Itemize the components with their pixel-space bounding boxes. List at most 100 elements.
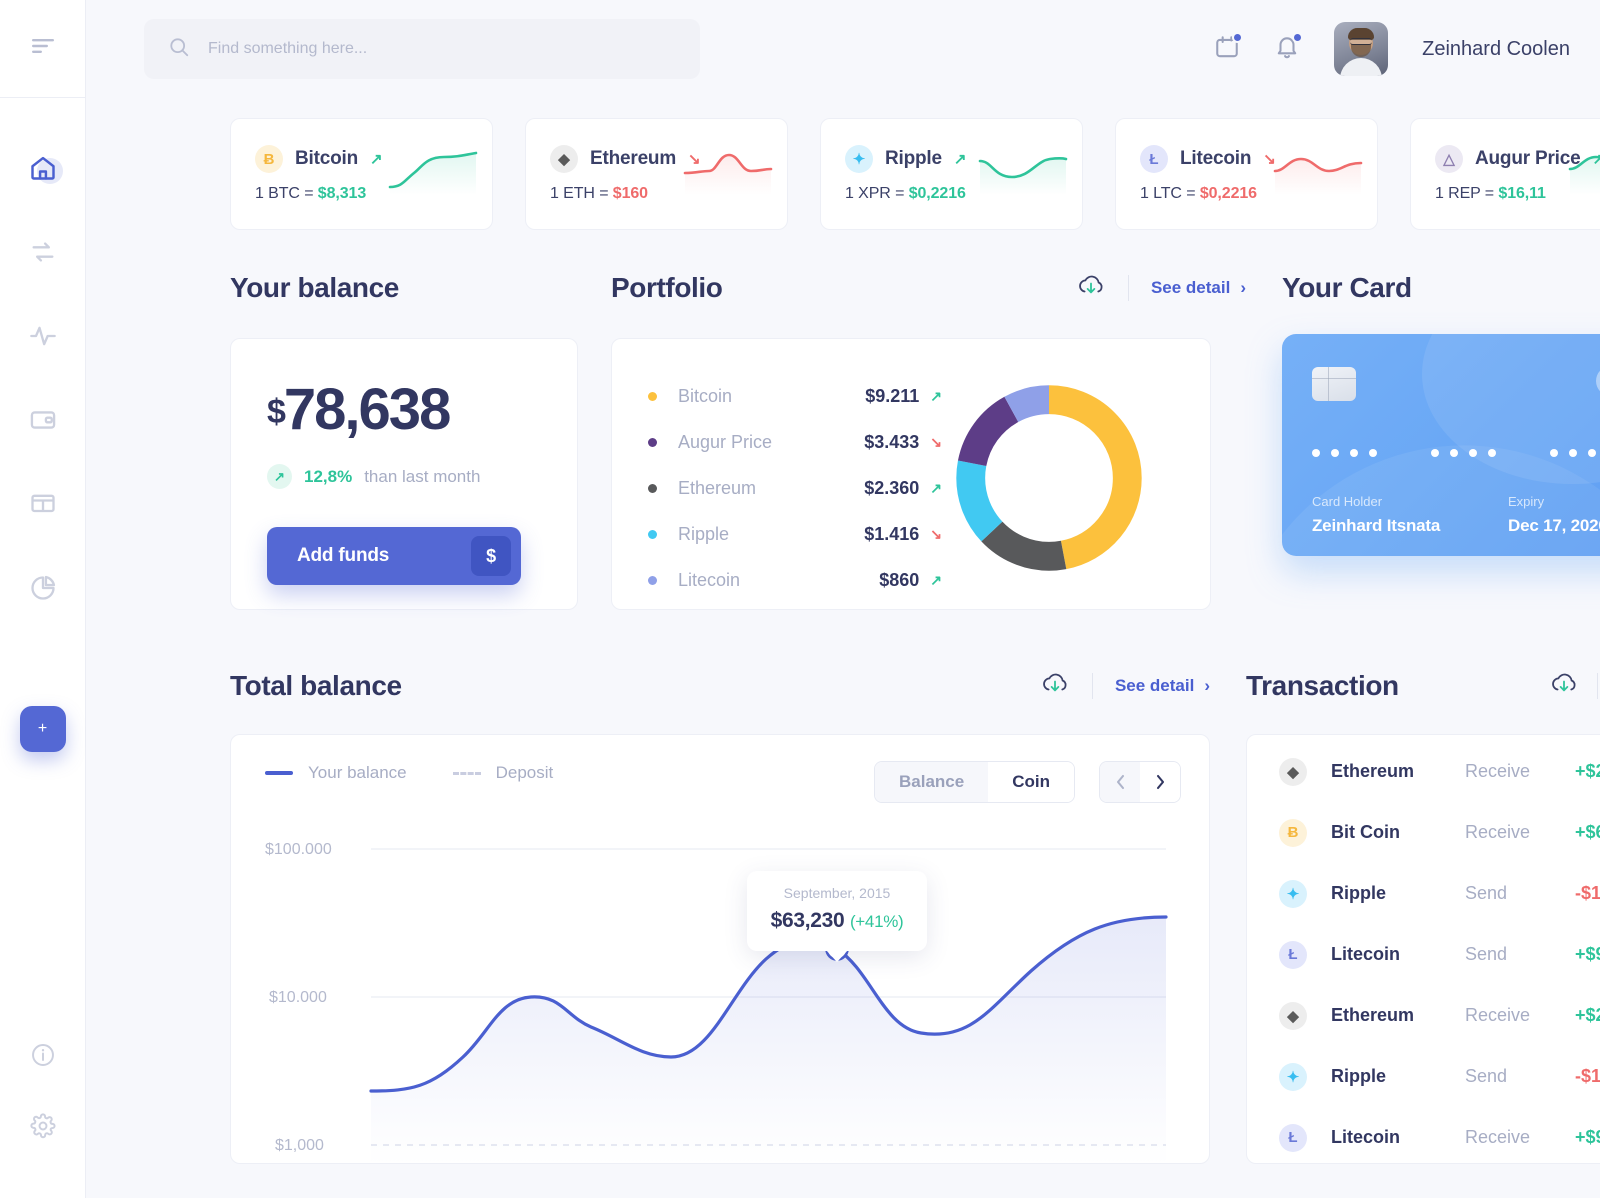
tooltip-value: $63,230 (+41%) <box>770 909 904 932</box>
balance-change-pct: 12,8% <box>304 466 353 486</box>
search-bar[interactable] <box>144 19 700 79</box>
search-input[interactable] <box>208 40 676 58</box>
avatar[interactable] <box>1334 22 1389 76</box>
pie-chart-icon <box>29 574 57 607</box>
portfolio-coin-value: $2.360 <box>864 477 920 498</box>
transaction-amount: +$621 <box>1575 822 1600 842</box>
row-balance-portfolio-card: Your balance $78,638 ↗ 12,8% than last m… <box>86 230 1600 610</box>
cloud-download-icon[interactable] <box>1549 671 1579 702</box>
ticker-name: Bitcoin <box>295 148 358 169</box>
tab-balance[interactable]: Balance <box>875 762 989 802</box>
table-row[interactable]: Ł Litecoin Receive +$95 <box>1247 1107 1600 1168</box>
litecoin-coin-icon: Ł <box>1140 145 1168 173</box>
notifications-button[interactable] <box>1274 31 1304 65</box>
sidebar-item-info[interactable] <box>30 1042 56 1073</box>
trend-up-icon: ↗ <box>267 464 292 489</box>
ticker-card[interactable]: Ƀ Bitcoin ↗ 1 BTC = $8,313 <box>230 118 493 230</box>
augur-coin-icon: △ <box>1435 145 1463 173</box>
total-balance-section: Total balance See detail › Your balance … <box>230 670 1246 1165</box>
pager-prev-button[interactable] <box>1100 762 1140 802</box>
sidebar-item-wallet[interactable] <box>19 398 67 446</box>
total-balance-title: Total balance <box>230 670 402 701</box>
portfolio-coin-name: Ethereum <box>678 477 757 498</box>
portfolio-card: Bitcoin $9.211 ↗ Augur Price $3.433 ↘ Et… <box>611 338 1211 610</box>
sidebar-item-home[interactable] <box>19 146 67 194</box>
list-item[interactable]: Bitcoin $9.211 ↗ <box>648 373 942 419</box>
table-row[interactable]: ◆ Ethereum Receive +$297 <box>1247 985 1600 1046</box>
cloud-download-icon[interactable] <box>1076 273 1106 304</box>
trend-up-icon: ↗ <box>930 571 942 588</box>
transaction-coin: Bit Coin <box>1331 822 1400 842</box>
credit-card-front[interactable]: 4354 Card Holder Zeinhard Itsnata Expiry… <box>1282 334 1600 556</box>
sidebar-add-button[interactable]: + <box>19 706 66 752</box>
portfolio-coin-value: $9.211 <box>865 385 920 406</box>
portfolio-coin-value: $860 <box>879 569 920 590</box>
home-icon <box>29 154 57 187</box>
list-item[interactable]: Litecoin $860 ↗ <box>648 557 942 603</box>
sidebar-menu-toggle[interactable] <box>0 0 85 98</box>
portfolio-section: Portfolio See detail › Bitcoin $9.211 ↗ … <box>611 272 1246 610</box>
trend-up-icon: ↗ <box>953 150 967 168</box>
sidebar-item-activity[interactable] <box>19 314 67 362</box>
sparkline-up <box>1568 151 1600 200</box>
credit-card-widget: 4354 Card Holder Zeinhard Itsnata Expiry… <box>1282 334 1600 564</box>
pager-next-button[interactable] <box>1140 762 1180 802</box>
info-circle-icon <box>30 1044 56 1072</box>
ticker-card[interactable]: ✦ Ripple ↗ 1 XPR = $0,2216 <box>820 118 1083 230</box>
legend-swatch <box>648 529 657 539</box>
swap-arrows-icon <box>29 238 57 271</box>
trend-up-icon: ↗ <box>930 479 942 496</box>
tab-coin[interactable]: Coin <box>988 762 1074 802</box>
balance-card: $78,638 ↗ 12,8% than last month Add fund… <box>230 338 578 610</box>
list-item[interactable]: Augur Price $3.433 ↘ <box>648 419 942 465</box>
ticker-strip: Ƀ Bitcoin ↗ 1 BTC = $8,313 ◆ Ethereum ↘ … <box>86 98 1600 230</box>
ticker-card[interactable]: ◆ Ethereum ↘ 1 ETH = $160 <box>525 118 788 230</box>
total-balance-see-detail-link[interactable]: See detail › <box>1115 676 1210 696</box>
table-row[interactable]: ✦ Ripple Send -$133 <box>1247 1046 1600 1107</box>
ticker-name: Litecoin <box>1180 148 1252 169</box>
chart-tooltip: September, 2015 $63,230 (+41%) <box>747 871 927 962</box>
table-row[interactable]: ◆ Ethereum Receive +$293 <box>1247 741 1600 802</box>
list-item[interactable]: Ethereum $2.360 ↗ <box>648 465 942 511</box>
main-area: Zeinhard Coolen Ƀ Bitcoin ↗ 1 BTC = $8,3… <box>86 0 1600 1198</box>
bitcoin-coin-icon: Ƀ <box>255 145 283 173</box>
chart-controls: Balance Coin <box>874 761 1181 803</box>
table-row[interactable]: Ƀ Bit Coin Receive +$621 <box>1247 802 1600 863</box>
add-funds-label: Add funds <box>297 545 390 566</box>
sidebar-item-statistics[interactable] <box>19 566 67 614</box>
card-holder-label: Card Holder <box>1312 494 1383 509</box>
user-name: Zeinhard Coolen <box>1422 37 1570 60</box>
add-funds-button[interactable]: Add funds $ <box>267 527 521 585</box>
portfolio-coin-value: $1.416 <box>864 523 920 544</box>
transaction-header: Transaction See deta <box>1246 670 1600 702</box>
sidebar: + <box>0 0 86 1198</box>
legend-swatch <box>648 437 657 447</box>
transaction-coin: Ripple <box>1331 883 1387 903</box>
list-item[interactable]: Ripple $1.416 ↘ <box>648 511 942 557</box>
transaction-type: Send <box>1465 883 1508 903</box>
table-row[interactable]: Ł Litecoin Send +$95 <box>1247 924 1600 985</box>
divider <box>1091 673 1093 699</box>
transaction-section: Transaction See deta <box>1246 670 1600 1164</box>
transaction-coin: Litecoin <box>1331 944 1401 964</box>
table-row[interactable]: ✦ Ripple Send -$160 <box>1247 863 1600 924</box>
ripple-coin-icon: ✦ <box>1279 879 1307 908</box>
cloud-download-icon[interactable] <box>1040 671 1070 702</box>
sidebar-item-bank[interactable] <box>19 482 67 530</box>
calendar-button[interactable] <box>1214 31 1244 65</box>
transaction-amount: -$133 <box>1575 1066 1600 1086</box>
sidebar-item-settings[interactable] <box>29 1113 56 1144</box>
transaction-type: Receive <box>1465 761 1531 781</box>
dollar-icon: $ <box>471 536 511 576</box>
divider <box>1127 275 1129 301</box>
sidebar-item-exchange[interactable] <box>19 230 67 278</box>
balance-change-label: than last month <box>364 466 481 486</box>
ticker-card[interactable]: △ Augur Price ↗ 1 REP = $16,11 <box>1410 118 1600 230</box>
card-expiry-value: Dec 17, 2020 <box>1508 516 1600 535</box>
wallet-icon <box>29 406 57 439</box>
portfolio-see-detail-link[interactable]: See detail › <box>1151 278 1246 298</box>
divider <box>1597 673 1599 699</box>
card-digit-group <box>1312 449 1377 457</box>
portfolio-coin-name: Augur Price <box>678 431 773 452</box>
ticker-card[interactable]: Ł Litecoin ↘ 1 LTC = $0,2216 <box>1115 118 1378 230</box>
